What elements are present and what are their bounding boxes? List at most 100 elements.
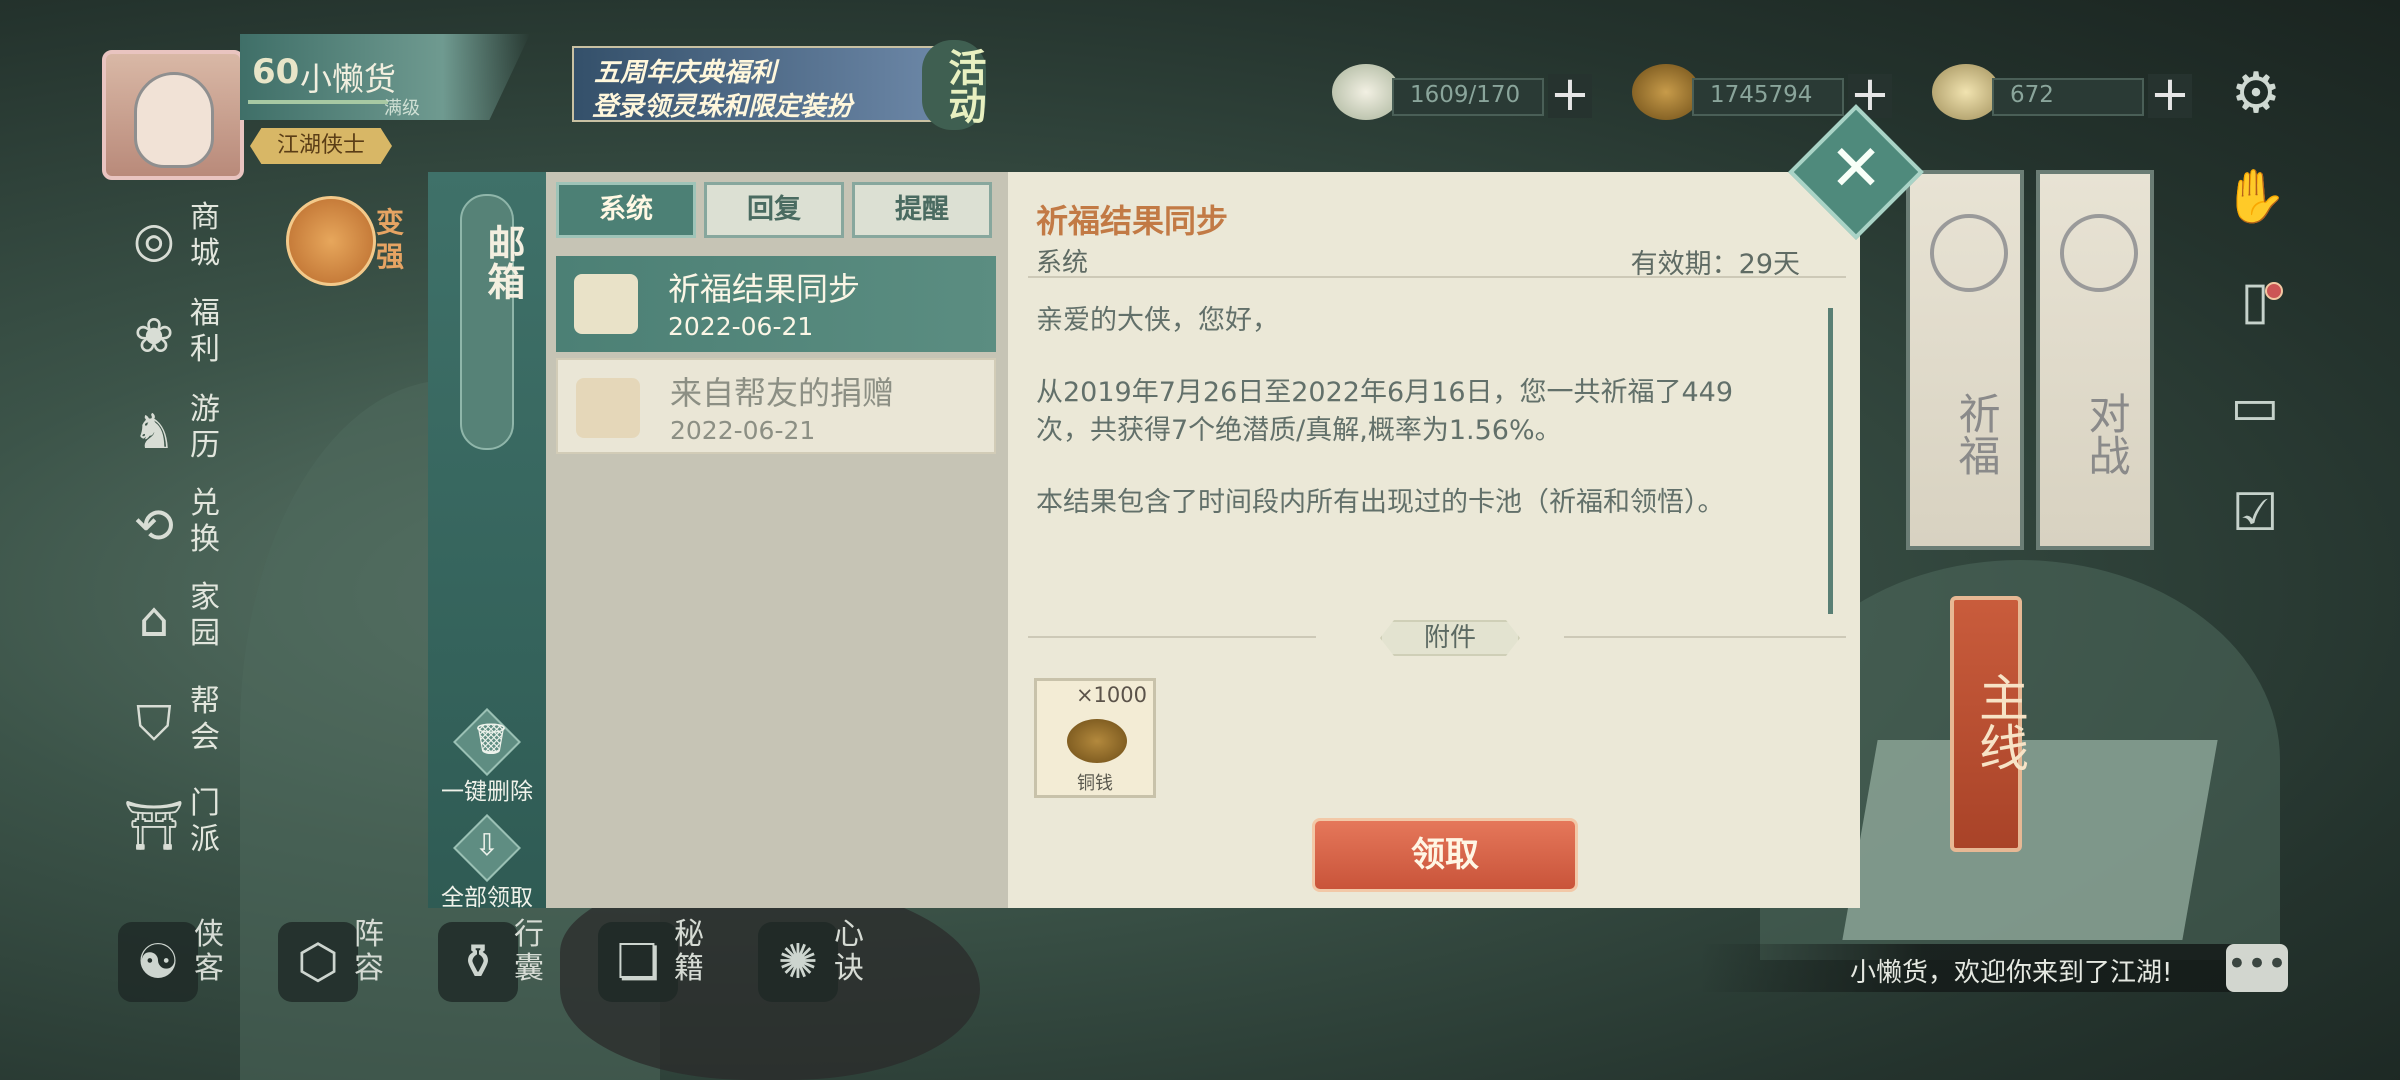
- main-quest-button[interactable]: 主线: [1950, 596, 2029, 852]
- resource-value: 1609/170: [1410, 82, 1521, 108]
- mailbox-dialog: 邮箱 🗑 一键删除 ⇩ 全部领取 系统 回复 提醒 祈福结果同步 2022-06…: [428, 172, 1860, 911]
- scroll-label: 祈福: [1952, 392, 2001, 476]
- bottom-label: 心诀: [834, 917, 864, 986]
- mail-body: 亲爱的大侠，您好， 从2019年7月26日至2022年6月16日，您一共祈福了4…: [1036, 302, 1776, 556]
- mail-list-item[interactable]: 祈福结果同步 2022-06-21: [556, 256, 996, 352]
- skill-icon: ✺: [758, 922, 838, 1002]
- mail-subject: 祈福结果同步: [1036, 202, 1229, 240]
- main-quest-label: 主线: [1971, 672, 2029, 772]
- divider: [1028, 276, 1846, 278]
- menu-item-welfare[interactable]: ❀ 福利: [120, 296, 230, 376]
- player-name: 小懒货: [300, 60, 397, 98]
- menu-item-exchange[interactable]: ⟲ 兑换: [120, 486, 230, 566]
- strengthen-button[interactable]: [286, 196, 376, 286]
- bottom-book-button[interactable]: ❏ 秘籍: [598, 918, 748, 1008]
- attachments-label: 附件: [1380, 620, 1520, 656]
- attachment-quantity: ×1000: [1075, 683, 1147, 707]
- handshake-icon[interactable]: ✋: [2222, 164, 2288, 230]
- event-banner[interactable]: 五周年庆典福利 登录领灵珠和限定装扮: [572, 46, 950, 122]
- bottom-label: 侠客: [194, 917, 224, 986]
- delete-all-label: 一键删除: [441, 779, 533, 805]
- chat-icon[interactable]: •••: [2226, 944, 2288, 992]
- bottom-formation-button[interactable]: ⬡ 阵容: [278, 918, 428, 1008]
- exp-bar: [248, 100, 388, 110]
- mail-item-date: 2022-06-21: [670, 416, 816, 445]
- claim-all-button[interactable]: ⇩ 全部领取: [428, 814, 546, 920]
- formation-icon: ⬡: [278, 922, 358, 1002]
- bag-icon: ⚱: [438, 922, 518, 1002]
- menu-item-guild[interactable]: ⛉ 帮会: [120, 684, 230, 764]
- bottom-hero-button[interactable]: ☯ 侠客: [118, 918, 268, 1008]
- menu-item-shop[interactable]: ◎ 商城: [120, 200, 230, 280]
- player-level: 60: [252, 52, 300, 92]
- shop-icon: ◎: [133, 212, 175, 268]
- home-icon: ⌂: [138, 592, 170, 648]
- cards-icon[interactable]: ▯: [2222, 268, 2288, 334]
- claim-all-label: 全部领取: [441, 885, 533, 911]
- menu-label: 门派: [190, 786, 220, 857]
- notification-dot: [2265, 282, 2283, 300]
- exp-label: 满级: [384, 98, 420, 119]
- attachment-item[interactable]: ×1000 铜钱: [1034, 678, 1156, 798]
- scroll-prayer[interactable]: 祈福: [1906, 170, 2024, 550]
- frame-icon[interactable]: ▭: [2222, 374, 2288, 440]
- bottom-label: 秘籍: [674, 917, 704, 986]
- mail-list-panel: 系统 回复 提醒 祈福结果同步 2022-06-21 来自帮友的捐赠 2022-…: [546, 172, 1008, 908]
- tab-reminder[interactable]: 提醒: [852, 182, 992, 238]
- scroll-icon: ⇩: [474, 828, 500, 863]
- menu-label: 商城: [190, 200, 220, 271]
- bottom-skill-button[interactable]: ✺ 心诀: [758, 918, 908, 1008]
- add-stamina-button[interactable]: +: [1548, 70, 1592, 118]
- menu-label: 帮会: [190, 684, 220, 755]
- menu-item-travel[interactable]: ♞ 游历: [120, 392, 230, 472]
- avatar-face: [134, 72, 214, 168]
- crossed-swords-icon: [2060, 214, 2138, 292]
- tab-system[interactable]: 系统: [556, 182, 696, 238]
- strengthen-label: 变强: [376, 206, 405, 273]
- menu-label: 福利: [190, 296, 220, 367]
- add-gold-button[interactable]: +: [2148, 70, 2192, 118]
- mailbox-sidebar: 邮箱 🗑 一键删除 ⇩ 全部领取: [428, 172, 546, 911]
- checklist-icon[interactable]: ☑: [2222, 480, 2288, 546]
- trash-icon: 🗑: [472, 722, 511, 757]
- claim-button[interactable]: 领取: [1312, 818, 1578, 892]
- mail-sender: 系统: [1036, 248, 1089, 278]
- menu-label: 兑换: [190, 486, 220, 557]
- steamed-bun-icon: [1332, 64, 1400, 120]
- menu-label: 游历: [190, 392, 220, 463]
- welcome-bar: 小懒货，欢迎你来到了江湖!: [1700, 944, 2260, 992]
- resource-value: 1745794: [1710, 82, 1813, 108]
- prayer-emblem-icon: [1930, 214, 2008, 292]
- mail-item-title: 来自帮友的捐赠: [670, 374, 895, 412]
- mail-scrollbar[interactable]: [1828, 308, 1833, 614]
- mail-list-item[interactable]: 来自帮友的捐赠 2022-06-21: [556, 358, 996, 454]
- resource-value: 672: [2010, 82, 2054, 108]
- activity-badge[interactable]: 活动: [922, 40, 987, 130]
- bottom-label: 阵容: [354, 917, 384, 986]
- copper-coin-icon: [1067, 719, 1127, 763]
- event-banner-line2: 登录领灵珠和限定装扮: [592, 92, 853, 122]
- menu-label: 家园: [190, 580, 220, 651]
- hero-icon: ☯: [118, 922, 198, 1002]
- menu-item-sect[interactable]: ⛩ 门派: [120, 786, 230, 866]
- delete-all-button[interactable]: 🗑 一键删除: [428, 708, 546, 814]
- mail-item-date: 2022-06-21: [668, 312, 814, 341]
- horse-icon: ♞: [132, 404, 176, 460]
- scroll-battle[interactable]: 对战: [2036, 170, 2154, 550]
- avatar[interactable]: [102, 50, 244, 180]
- player-title-badge: 江湖侠士: [250, 128, 392, 164]
- divider: [1564, 636, 1846, 638]
- welcome-message: 小懒货，欢迎你来到了江湖!: [1850, 958, 2173, 988]
- attachment-name: 铜钱: [1077, 773, 1113, 794]
- sect-icon: ⛩: [123, 798, 185, 854]
- mail-cards-icon: [574, 274, 638, 334]
- mailbox-title-tab: 邮箱: [460, 194, 526, 450]
- bottom-bag-button[interactable]: ⚱ 行囊: [438, 918, 588, 1008]
- close-icon[interactable]: ✕: [1818, 128, 1894, 210]
- tab-reply[interactable]: 回复: [704, 182, 844, 238]
- menu-item-home[interactable]: ⌂ 家园: [120, 580, 230, 660]
- event-banner-line1: 五周年庆典福利: [594, 58, 777, 88]
- mail-cards-icon: [576, 378, 640, 438]
- gift-icon: ❀: [133, 308, 175, 364]
- gear-icon[interactable]: ⚙: [2228, 66, 2284, 122]
